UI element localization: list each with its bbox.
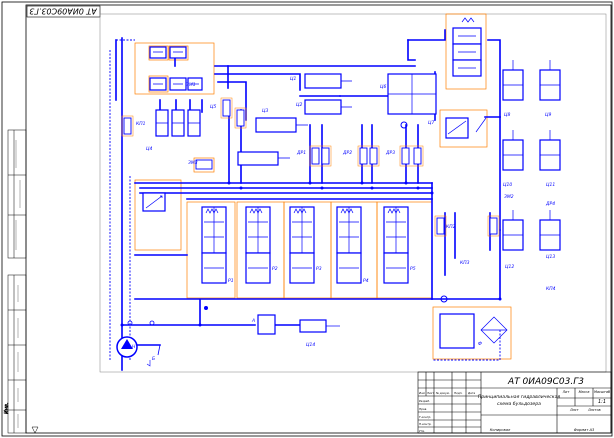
svg-text:Инв.: Инв. [4, 402, 10, 414]
title-role-izm: Изм [419, 391, 425, 395]
left-stamp-ticks [15, 140, 21, 428]
title-role-check: Пров. [419, 407, 427, 411]
label-c13: Ц13 [546, 254, 555, 260]
label-c2: Ц2 [296, 102, 302, 108]
label-c6: Ц6 [380, 84, 386, 90]
label-rp2: Р2 [272, 266, 278, 272]
label-c1: Ц1 [290, 76, 296, 82]
label-c10: Ц10 [503, 182, 512, 188]
label-rp3: Р3 [316, 266, 322, 272]
label-c9: Ц9 [545, 112, 551, 118]
title-role-sign: Подп. [454, 391, 463, 395]
title-name-line2: схема бульдозера [497, 401, 541, 407]
title-copied: Копировал [490, 428, 511, 432]
label-zm3: ЗМ3 [188, 160, 198, 166]
label-c7: Ц7 [428, 120, 434, 126]
label-f: Ф [478, 341, 482, 347]
label-c12: Ц12 [505, 264, 514, 270]
title-format: Формат А3 [574, 428, 595, 432]
label-kp2: КП2 [446, 224, 456, 230]
left-stamp [7, 129, 27, 434]
label-dr3: ДР3 [385, 150, 395, 156]
label-c4: Ц4 [146, 146, 152, 152]
title-sheets: Листов [587, 408, 601, 412]
title-name-line1: Принципиальная гидравлическая [478, 394, 561, 400]
title-role-list: Лист [426, 391, 434, 395]
label-dr1: ДР1 [296, 150, 306, 156]
label-kp3: КП3 [460, 260, 470, 266]
label-c5: Ц5 [210, 104, 216, 110]
label-c14: Ц14 [306, 342, 315, 348]
title-sheet: Лист [569, 408, 580, 412]
label-kp1: КП1 [136, 121, 146, 127]
title-role-doc: № докум. [435, 391, 450, 395]
label-a: А [251, 318, 255, 324]
label-rp1: Р1 [228, 278, 234, 284]
label-rp4: Р4 [363, 278, 369, 284]
title-role-dev: Разраб. [419, 399, 430, 403]
label-b: Б [152, 356, 155, 362]
label-c3: Ц3 [262, 108, 268, 114]
title-block-texts: АТ 0ИА09С03.Г3 Принципиальная гидравличе… [419, 377, 610, 433]
title-role-ncontr: Н.контр. [419, 422, 432, 426]
rotated-code-box: АТ 0ИА09С03.Г3 [26, 5, 101, 18]
title-role-date: Дата [467, 391, 476, 395]
label-c8: Ц8 [504, 112, 510, 118]
title-role-tcontr: Т.контр. [419, 415, 431, 419]
label-zm1: ЗМ1 [186, 82, 196, 88]
label-c11: Ц11 [546, 182, 555, 188]
title-mass: Масса [579, 390, 590, 394]
binding-marks: Инв. [4, 402, 39, 434]
label-dr4: ДР4 [545, 201, 555, 207]
title-scale-value: 1:1 [598, 399, 606, 405]
drawing-sheet: Инв. АТ 0ИА09С03.Г3 АТ 0ИА09С03.Г3 Принц… [1, 1, 613, 437]
rotated-code-text: АТ 0ИА09С03.Г3 [29, 7, 97, 16]
title-scale: Масштаб [594, 390, 610, 394]
label-rp5: Р5 [410, 266, 416, 272]
title-code: АТ 0ИА09С03.Г3 [507, 377, 584, 387]
label-kp4: КП4 [546, 286, 556, 292]
title-lit: Лит [562, 390, 571, 394]
label-zm2: ЗМ2 [504, 194, 514, 200]
label-dr2: ДР2 [342, 150, 352, 156]
title-role-approved: Утв. [419, 429, 425, 433]
